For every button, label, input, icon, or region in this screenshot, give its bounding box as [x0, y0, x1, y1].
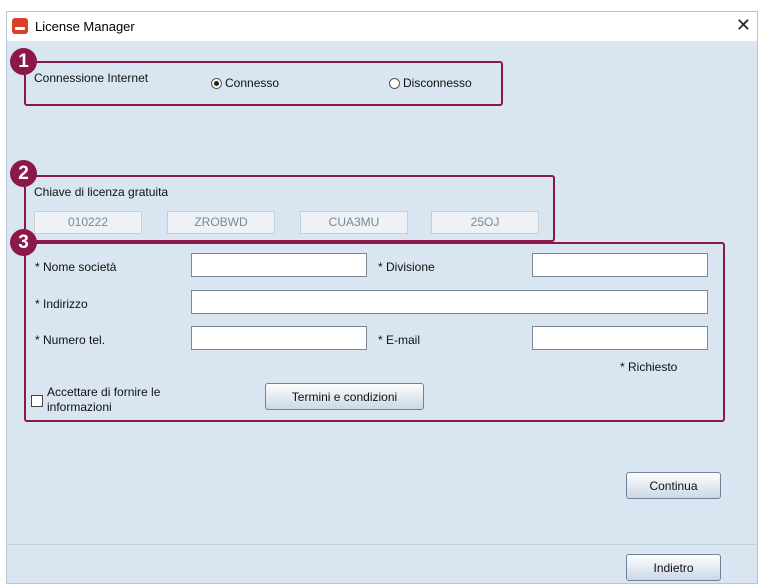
license-manager-window: License Manager ✕ 1 Connessione Internet…: [6, 11, 758, 584]
title-bar: License Manager ✕: [7, 12, 757, 42]
radio-connected-label[interactable]: Connesso: [225, 76, 279, 90]
license-key-segment-1: 010222: [34, 211, 142, 234]
app-logo-icon: [12, 18, 28, 34]
marker-3: 3: [10, 229, 37, 256]
phone-input[interactable]: [191, 326, 367, 350]
address-input[interactable]: [191, 290, 708, 314]
window-title: License Manager: [35, 19, 135, 34]
continue-button[interactable]: Continua: [626, 472, 721, 499]
radio-disconnected-label[interactable]: Disconnesso: [403, 76, 472, 90]
radio-connected[interactable]: [211, 78, 222, 89]
company-label: * Nome società: [35, 260, 117, 274]
marker-1: 1: [10, 48, 37, 75]
division-input[interactable]: [532, 253, 708, 277]
license-key-segment-3: CUA3MU: [300, 211, 408, 234]
email-input[interactable]: [532, 326, 708, 350]
consent-label-line1: Accettare di fornire le: [47, 385, 161, 399]
close-icon[interactable]: ✕: [736, 16, 751, 34]
license-key-label: Chiave di licenza gratuita: [34, 185, 169, 199]
email-label: * E-mail: [378, 333, 421, 347]
consent-label-line2: informazioni: [47, 400, 112, 414]
required-note: * Richiesto: [620, 360, 678, 374]
terms-conditions-button[interactable]: Termini e condizioni: [265, 383, 424, 410]
address-label: * Indirizzo: [35, 297, 88, 311]
consent-checkbox[interactable]: [31, 395, 43, 407]
license-key-segment-2: ZROBWD: [167, 211, 275, 234]
marker-2: 2: [10, 160, 37, 187]
license-key-segment-4: 25OJ: [431, 211, 539, 234]
connection-label: Connessione Internet: [34, 71, 149, 85]
bottom-divider: [7, 544, 757, 545]
radio-disconnected[interactable]: [389, 78, 400, 89]
phone-label: * Numero tel.: [35, 333, 106, 347]
company-input[interactable]: [191, 253, 367, 277]
back-button[interactable]: Indietro: [626, 554, 721, 581]
division-label: * Divisione: [378, 260, 435, 274]
